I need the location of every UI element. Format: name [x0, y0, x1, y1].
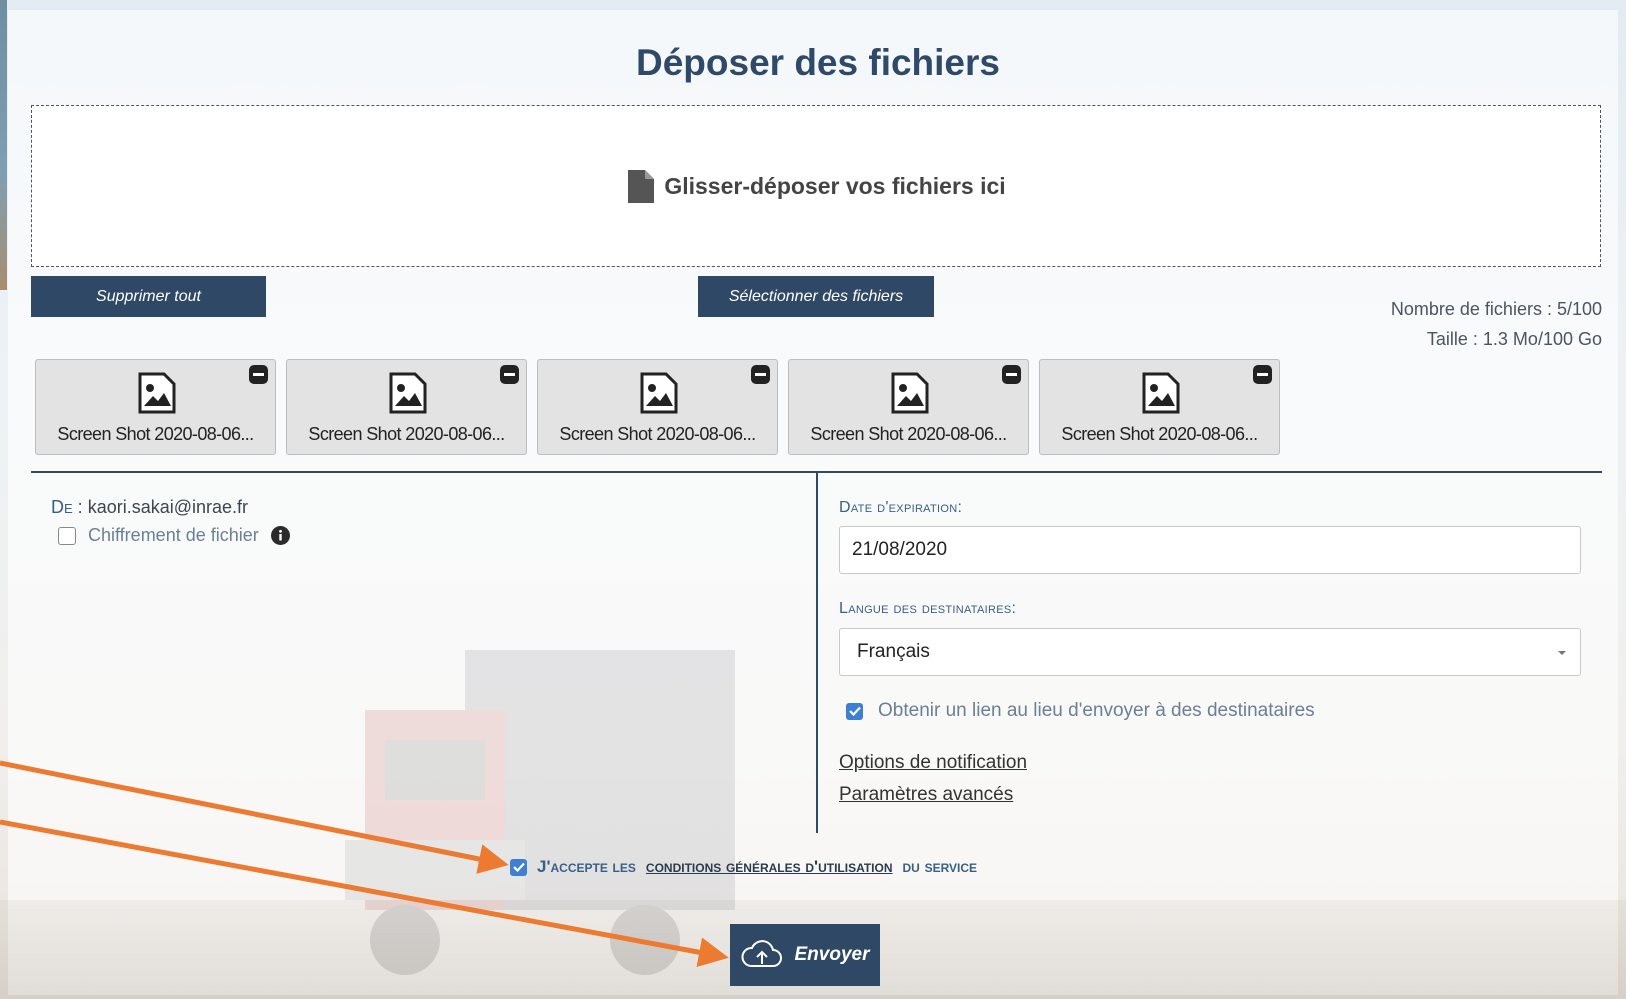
remove-file-icon[interactable] [1002, 365, 1021, 384]
terms-checkbox[interactable] [510, 858, 527, 876]
file-name: Screen Shot 2020-08-06... [810, 424, 1007, 444]
get-link-checkbox[interactable] [846, 702, 863, 720]
upload-stats: Nombre de fichiers : 5/100 Taille : 1.3 … [1391, 294, 1602, 354]
file-thumbnail[interactable]: Screen Shot 2020-08-06... [1039, 359, 1280, 455]
image-file-icon [389, 372, 427, 414]
language-label: Langue des destinataires: [839, 600, 1017, 617]
send-label: Envoyer [794, 944, 870, 965]
expiration-label: Date d'expiration: [839, 499, 963, 516]
encryption-option[interactable]: Chiffrement de fichier [58, 525, 290, 546]
remove-file-icon[interactable] [249, 365, 268, 384]
file-name: Screen Shot 2020-08-06... [1061, 424, 1258, 444]
language-selected-value: Français [857, 641, 930, 662]
dropzone-prompt: Glisser-déposer vos fichiers ici [626, 169, 1006, 203]
get-link-option[interactable]: Obtenir un lien au lieu d'envoyer à des … [846, 700, 1315, 722]
image-file-icon [891, 372, 929, 414]
file-thumbnail[interactable]: Screen Shot 2020-08-06... [286, 359, 527, 455]
remove-file-icon[interactable] [751, 365, 770, 384]
page-title: Déposer des fichiers [636, 42, 1000, 83]
file-icon [628, 169, 655, 203]
file-name: Screen Shot 2020-08-06... [57, 424, 254, 444]
file-name: Screen Shot 2020-08-06... [308, 424, 505, 444]
file-thumbnail[interactable]: Screen Shot 2020-08-06... [537, 359, 778, 455]
image-file-icon [138, 372, 176, 414]
encryption-checkbox[interactable] [58, 526, 76, 545]
send-button[interactable]: Envoyer [730, 924, 880, 986]
notification-options-link[interactable]: Options de notification [839, 752, 1027, 774]
file-count: Nombre de fichiers : 5/100 [1390, 299, 1602, 319]
remove-file-icon[interactable] [1253, 365, 1272, 384]
sender-separator: : [72, 497, 88, 517]
chevron-down-icon [1558, 651, 1566, 655]
total-size: Taille : 1.3 Mo/100 Go [1426, 329, 1602, 349]
expiration-date-input[interactable] [839, 526, 1581, 574]
column-divider [816, 473, 818, 833]
sender-label: De [51, 497, 73, 517]
image-file-icon [640, 372, 678, 414]
sender-email: kaori.sakai@inrae.fr [87, 497, 249, 517]
advanced-settings-link[interactable]: Paramètres avancés [839, 784, 1013, 806]
image-file-icon [1142, 372, 1180, 414]
remove-file-icon[interactable] [500, 365, 519, 384]
file-dropzone[interactable]: Glisser-déposer vos fichiers ici [31, 105, 1601, 267]
cloud-upload-icon [741, 940, 782, 967]
file-thumbnail[interactable]: Screen Shot 2020-08-06... [788, 359, 1029, 455]
delete-all-button[interactable]: Supprimer tout [31, 276, 266, 317]
terms-prefix: J'accepte les [537, 857, 636, 876]
file-thumbnail[interactable]: Screen Shot 2020-08-06... [35, 359, 276, 455]
select-files-button[interactable]: Sélectionner des fichiers [698, 276, 934, 317]
info-icon[interactable] [270, 526, 290, 545]
get-link-label: Obtenir un lien au lieu d'envoyer à des … [878, 700, 1315, 721]
dropzone-text: Glisser-déposer vos fichiers ici [664, 172, 1006, 199]
language-select[interactable]: Français [839, 628, 1581, 676]
file-list: Screen Shot 2020-08-06... Screen Shot 20… [35, 359, 1280, 455]
terms-link[interactable]: conditions générales d'utilisation [646, 857, 893, 877]
terms-suffix: du service [902, 857, 978, 876]
terms-agreement[interactable]: J'accepte les conditions générales d'uti… [510, 857, 977, 877]
encryption-label: Chiffrement de fichier [88, 525, 259, 545]
sender-line: De : kaori.sakai@inrae.fr [51, 497, 248, 518]
check-icon [512, 862, 525, 872]
truck-background-image [345, 650, 735, 975]
file-name: Screen Shot 2020-08-06... [559, 424, 756, 444]
check-icon [848, 706, 861, 716]
